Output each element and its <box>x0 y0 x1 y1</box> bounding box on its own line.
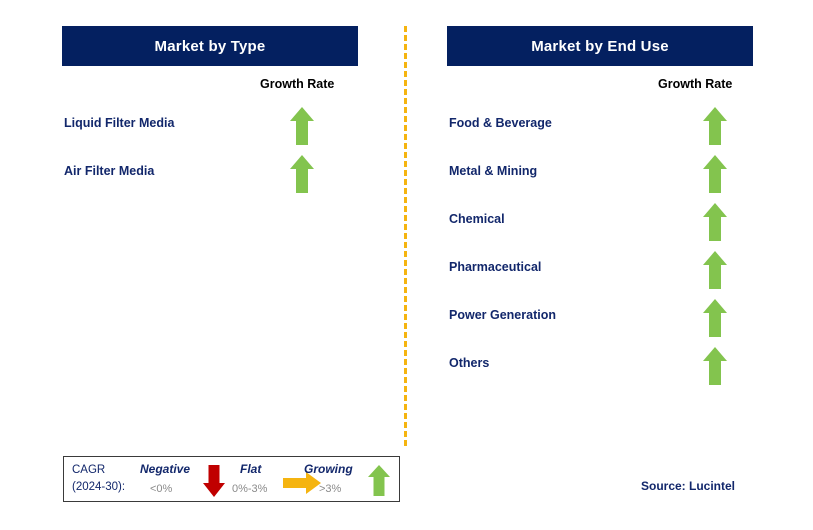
growth-rate-column-header: Growth Rate <box>260 77 335 91</box>
legend-word: Negative <box>140 462 191 476</box>
arrow-up-icon <box>367 464 391 497</box>
panel-header-market-by-type: Market by Type <box>62 26 358 66</box>
legend-title-line2: (2024-30): <box>72 481 126 493</box>
arrow-up-icon <box>702 154 728 194</box>
arrow-up-icon <box>702 106 728 146</box>
arrow-up-icon <box>289 154 315 194</box>
panel-header-market-by-end-use: Market by End Use <box>447 26 753 66</box>
list-item: Pharmaceutical <box>447 248 753 296</box>
legend-range: 0%-3% <box>232 483 268 495</box>
segment-label: Food & Beverage <box>449 116 552 130</box>
arrow-up-icon <box>702 202 728 242</box>
panel-title: Market by Type <box>154 37 266 55</box>
arrow-up-icon <box>702 298 728 338</box>
list-item: Air Filter Media <box>62 152 358 200</box>
market-by-type-row-list: Liquid Filter Media Air Filter Media <box>62 104 358 200</box>
segment-label: Liquid Filter Media <box>64 116 175 130</box>
list-item: Food & Beverage <box>447 104 753 152</box>
legend-title: CAGR (2024-30): <box>72 462 125 496</box>
growth-rate-column-header: Growth Rate <box>658 77 733 91</box>
list-item: Liquid Filter Media <box>62 104 358 152</box>
arrow-up-icon <box>289 106 315 146</box>
list-item: Chemical <box>447 200 753 248</box>
segment-label: Metal & Mining <box>449 164 538 178</box>
list-item: Metal & Mining <box>447 152 753 200</box>
legend-title-line1: CAGR <box>72 464 106 476</box>
market-by-end-use-row-list: Food & Beverage Metal & Mining Chemical … <box>447 104 753 392</box>
legend-word: Growing <box>304 462 353 476</box>
panel-divider <box>404 26 407 446</box>
segment-label: Chemical <box>449 212 505 226</box>
segment-label: Power Generation <box>449 308 556 322</box>
segment-label: Others <box>449 356 490 370</box>
legend-range: <0% <box>150 483 173 495</box>
arrow-up-icon <box>702 250 728 290</box>
panel-title: Market by End Use <box>531 37 669 55</box>
cagr-legend: CAGR (2024-30): Negative <0% Flat 0%-3% … <box>63 456 400 502</box>
arrow-up-icon <box>702 346 728 386</box>
list-item: Others <box>447 344 753 392</box>
segment-label: Air Filter Media <box>64 164 155 178</box>
source-attribution: Source: Lucintel <box>641 479 736 493</box>
segment-label: Pharmaceutical <box>449 260 542 274</box>
legend-range: >3% <box>319 483 342 495</box>
arrow-down-icon <box>202 464 226 498</box>
legend-word: Flat <box>240 462 262 476</box>
list-item: Power Generation <box>447 296 753 344</box>
